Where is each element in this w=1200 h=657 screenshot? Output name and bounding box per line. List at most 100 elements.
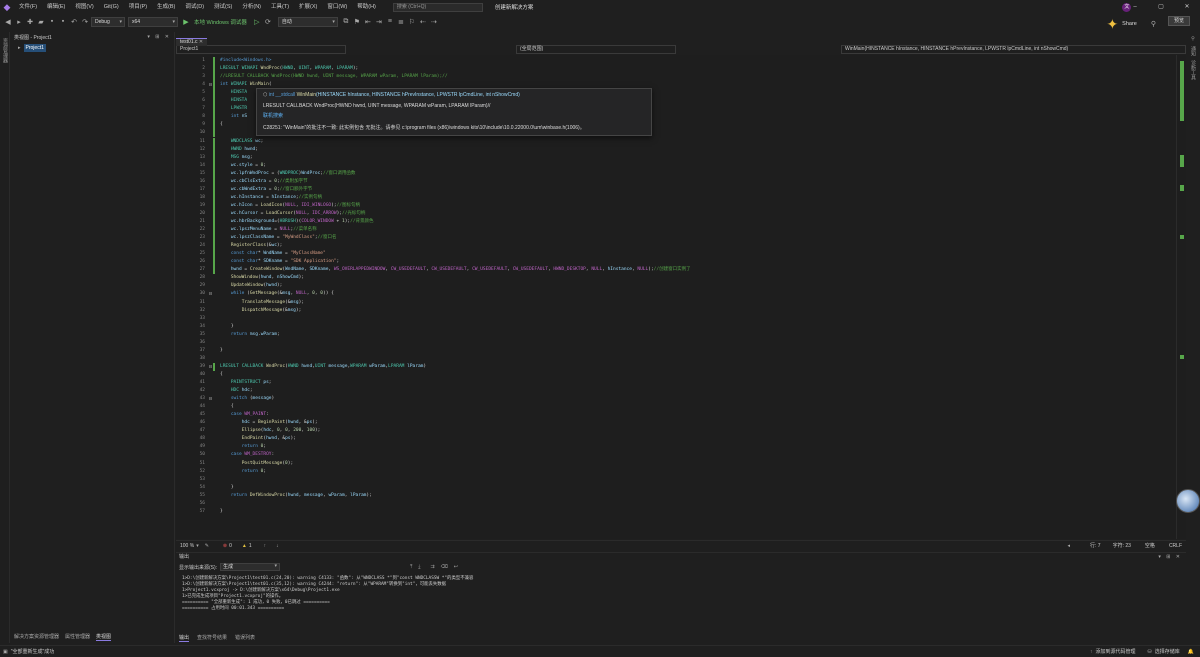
source-control-icon[interactable]: ↑ [1090, 649, 1093, 655]
code-line[interactable]: 35 return msg.wParam; [176, 331, 1176, 339]
code-line[interactable]: 51 PostQuitMessage(0); [176, 460, 1176, 468]
code-line[interactable]: 25 const char* WndName = "MyClassName" [176, 250, 1176, 259]
menu-item[interactable]: Git(G) [99, 0, 124, 14]
fold-toggle-icon[interactable]: ⊟ [209, 81, 212, 89]
menu-item[interactable]: 文件(F) [14, 0, 42, 14]
line-ending[interactable]: CRLF [1169, 543, 1182, 549]
output-goto-icon[interactable]: ⇉ [431, 564, 435, 570]
right-strip-tab-1[interactable]: 通知 [1190, 46, 1197, 56]
code-line[interactable]: 39 ⊟ LRESULT CALLBACK WndProc(HWND hwnd,UI… [176, 362, 1176, 371]
code-line[interactable]: 29 UpdateWindow(hwnd); [176, 282, 1176, 290]
code-line[interactable]: 18 wc.hInstance = hInstance;//实例句柄 [176, 193, 1176, 202]
maximize-icon[interactable]: ▢ [1148, 0, 1174, 14]
forward-icon[interactable]: ▸ [14, 17, 24, 27]
code-line[interactable]: 41 PAINTSTRUCT ps; [176, 379, 1176, 387]
menu-item[interactable]: 测试(S) [209, 0, 237, 14]
next-issue-icon[interactable]: ↓ [276, 543, 279, 549]
code-line[interactable]: 36 [176, 339, 1176, 347]
toolbar-icon-2[interactable]: ⚑ [352, 17, 362, 27]
left-panel-tab[interactable]: 属性管理器 [65, 633, 90, 641]
bottom-panel-tab[interactable]: 错误列表 [235, 634, 255, 642]
error-icon[interactable]: ⊗ [223, 543, 227, 549]
code-line[interactable]: 46 hdc = BeginPaint(hwnd, &ps); [176, 419, 1176, 427]
zoom-dropdown-icon[interactable]: ▾ [196, 543, 199, 549]
code-line[interactable]: 56 [176, 500, 1176, 508]
configuration-dropdown[interactable]: Debug [91, 16, 125, 27]
open-folder-icon[interactable]: ▰ [36, 17, 46, 27]
code-line[interactable]: 44 { [176, 403, 1176, 411]
code-line[interactable]: 3 //LRESULT CALLBACK WndProc(HWND hwnd, U… [176, 73, 1176, 82]
left-strip-label[interactable]: 资源管理器 [2, 38, 9, 63]
share-button[interactable]: Share [1122, 21, 1137, 27]
toolbar-icon-1[interactable]: ⧉ [341, 17, 351, 27]
code-line[interactable]: 24 RegisterClass(&wc); [176, 242, 1176, 251]
code-line[interactable]: 55 return DefWindowProc(hwnd, message, w… [176, 492, 1176, 500]
editor-tab-test01[interactable]: test01.c ✕ [176, 38, 208, 46]
code-line[interactable]: 38 [176, 355, 1176, 363]
code-line[interactable]: 19 wc.hIcon = LoadIcon(NULL, IDI_WINLOGO… [176, 201, 1176, 210]
code-line[interactable]: 42 HDC hdc; [176, 387, 1176, 395]
scroll-left-icon[interactable]: ◂ [1068, 543, 1071, 549]
menu-item[interactable]: 分析(N) [237, 0, 266, 14]
fold-toggle-icon[interactable]: ⊟ [209, 290, 212, 298]
start-without-debug-icon[interactable]: ▷ [252, 17, 262, 27]
output-find-next-icon[interactable]: ⤓ [418, 564, 420, 570]
class-tree-project[interactable]: ▸ Project1 [18, 44, 174, 52]
save-icon[interactable]: ▪ [47, 17, 57, 27]
function-scope-dropdown[interactable]: WinMain(HINSTANCE hInstance, HINSTANCE h… [841, 45, 1186, 54]
global-scope-dropdown[interactable]: (全局范围) [516, 45, 676, 54]
code-line[interactable]: 53 [176, 476, 1176, 484]
live-share-icon[interactable]: ⚲ [1151, 20, 1156, 28]
save-all-icon[interactable]: ▪ [58, 17, 68, 27]
bookmark-icon[interactable]: ⚐ [407, 17, 417, 27]
code-line[interactable]: 52 return 0; [176, 468, 1176, 476]
play-icon[interactable]: ▶ [181, 17, 191, 27]
code-line[interactable]: 40 { [176, 371, 1176, 379]
code-line[interactable]: 50 case WM_DESTROY: [176, 451, 1176, 459]
code-line[interactable]: 22 wc.lpszMenuName = NULL;//菜单名称 [176, 226, 1176, 235]
copilot-icon[interactable]: ✦ [1106, 16, 1118, 33]
code-line[interactable]: 14 wc.style = 0; [176, 161, 1176, 170]
new-item-icon[interactable]: ✚ [25, 17, 35, 27]
output-clear-icon[interactable]: ⌫ [441, 564, 448, 570]
code-line[interactable]: 27 hwnd = CreateWindow(WndName, SDKname,… [176, 266, 1176, 275]
tab-close-icon[interactable]: ✕ [199, 39, 203, 45]
avatar[interactable] [1176, 489, 1200, 513]
menu-item[interactable]: 视图(V) [70, 0, 98, 14]
preview-button[interactable]: 预览 [1168, 16, 1190, 26]
output-find-prev-icon[interactable]: ⤒ [410, 564, 412, 570]
menu-item[interactable]: 编辑(E) [42, 0, 70, 14]
output-wrap-icon[interactable]: ↩ [454, 564, 458, 570]
code-cleanup-icon[interactable]: ✎ [205, 543, 209, 549]
indent-mode[interactable]: 空格 [1145, 542, 1155, 549]
code-line[interactable]: 12 HWND hwnd; [176, 145, 1176, 154]
line-number[interactable]: 行: 7 [1090, 542, 1101, 549]
code-line[interactable]: 45 case WM_PAINT: [176, 411, 1176, 419]
redo-icon[interactable]: ↷ [80, 17, 90, 27]
fold-toggle-icon[interactable]: ⊟ [209, 363, 212, 371]
menu-item[interactable]: 帮助(H) [352, 0, 381, 14]
select-repository[interactable]: 选择存储库 [1155, 648, 1180, 655]
code-line[interactable]: 48 EndPaint(hwnd, &ps); [176, 435, 1176, 443]
class-tree-project-label[interactable]: Project1 [23, 44, 46, 52]
code-line[interactable]: 30 ⊟ while (GetMessage(&msg, NULL, 0, 0))… [176, 290, 1176, 298]
run-debugger-button[interactable]: 本地 Windows 调试器 [194, 18, 247, 26]
left-panel-tab[interactable]: 类视图 [96, 633, 112, 641]
repo-icon[interactable]: ⛁ [1148, 649, 1152, 655]
code-line[interactable]: 37} [176, 347, 1176, 355]
add-to-source-control[interactable]: 添加到源代码管理 [1096, 648, 1136, 655]
expand-arrow-icon[interactable]: ▸ [18, 45, 21, 51]
panel-controls[interactable]: ▾ ⊞ ✕ [147, 34, 174, 40]
code-line[interactable]: 49 return 0; [176, 443, 1176, 451]
right-strip-icon[interactable]: ⚲ [1190, 36, 1196, 42]
menu-item[interactable]: 扩展(X) [294, 0, 322, 14]
search-input[interactable]: 搜索 (Ctrl+Q) [392, 2, 483, 12]
code-line[interactable]: 2 LRESULT WINAPI WndProc(HWND, UINT, WPAR… [176, 65, 1176, 74]
output-text[interactable]: 1>D:\创建新解决方案\Project1\test01.c(24,20): w… [176, 576, 1186, 612]
code-line[interactable]: 43 ⊟ switch (message) [176, 395, 1176, 403]
bookmark-prev-icon[interactable]: ⇠ [418, 17, 428, 27]
code-line[interactable]: 15 wc.lpfnWndProc = (WNDPROC)WndProc;//窗… [176, 169, 1176, 178]
attach-icon[interactable]: ⟳ [263, 17, 273, 27]
output-panel-controls[interactable]: ▾ ⊞ ✕ [1158, 553, 1182, 562]
bottom-panel-tab[interactable]: 查找符号结果 [197, 634, 227, 642]
